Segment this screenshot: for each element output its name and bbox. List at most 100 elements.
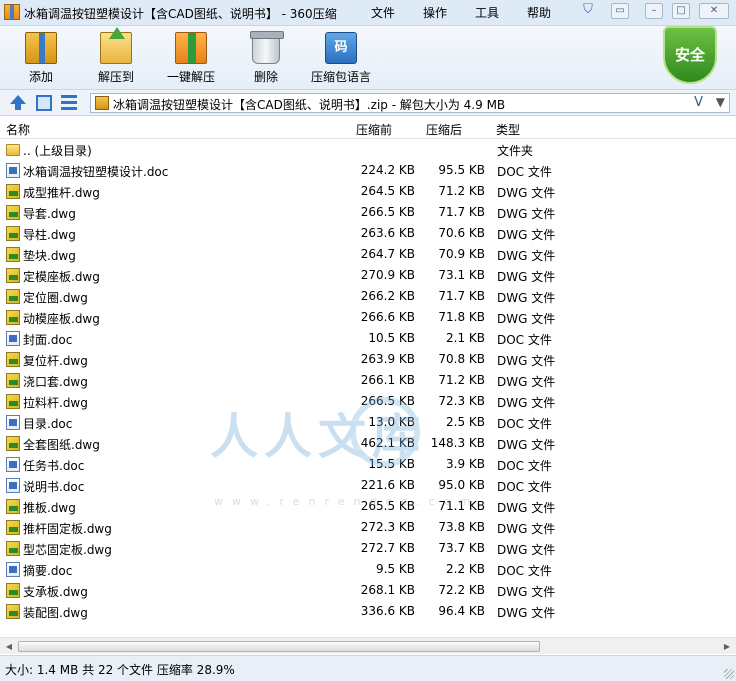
column-name[interactable]: 名称 (6, 121, 30, 138)
maximize-icon[interactable]: □ (672, 3, 690, 19)
path-field[interactable]: 冰箱调温按钮塑模设计【含CAD图纸、说明书】.zip - 解包大小为 4.9 M… (90, 93, 730, 113)
onekey-extract-button[interactable]: 一键解压 (156, 30, 226, 88)
delete-label: 删除 (253, 70, 278, 84)
security-shield-button[interactable]: 安全 (663, 26, 717, 88)
shirt-icon[interactable]: ⛉ (579, 3, 597, 19)
file-row[interactable]: 定位圈.dwg 266.2 KB 71.7 KB DWG 文件 (0, 286, 736, 307)
dwg-file-icon (6, 541, 20, 556)
file-type: DWG 文件 (497, 291, 556, 305)
file-packed-size: 2.5 KB (446, 415, 485, 429)
file-size: 224.2 KB (360, 163, 415, 177)
file-packed-size: 70.8 KB (438, 352, 485, 366)
file-row[interactable]: 推板.dwg 265.5 KB 71.1 KB DWG 文件 (0, 496, 736, 517)
file-size: 264.5 KB (360, 184, 415, 198)
file-row[interactable]: 垫块.dwg 264.7 KB 70.9 KB DWG 文件 (0, 244, 736, 265)
file-packed-size: 71.1 KB (438, 499, 485, 513)
file-row[interactable]: 定模座板.dwg 270.9 KB 73.1 KB DWG 文件 (0, 265, 736, 286)
file-type: DWG 文件 (497, 249, 556, 263)
large-icon-view-icon[interactable] (36, 95, 52, 111)
language-label: 压缩包语言 (310, 70, 371, 84)
file-type: DOC 文件 (497, 480, 552, 494)
close-icon[interactable]: ✕ (699, 3, 729, 19)
file-packed-size: 95.0 KB (438, 478, 485, 492)
file-row[interactable]: 拉料杆.dwg 266.5 KB 72.3 KB DWG 文件 (0, 391, 736, 412)
file-row[interactable]: 成型推杆.dwg 264.5 KB 71.2 KB DWG 文件 (0, 181, 736, 202)
file-row[interactable]: 摘要.doc 9.5 KB 2.2 KB DOC 文件 (0, 559, 736, 580)
file-name: 导套.dwg (23, 207, 76, 221)
file-type: DWG 文件 (497, 312, 556, 326)
file-row[interactable]: 导柱.dwg 263.6 KB 70.6 KB DWG 文件 (0, 223, 736, 244)
list-view-icon[interactable] (61, 95, 77, 111)
file-size: 268.1 KB (360, 583, 415, 597)
column-type[interactable]: 类型 (496, 121, 520, 138)
file-name: 推杆固定板.dwg (23, 522, 112, 536)
menu-file[interactable]: 文件 (371, 4, 395, 21)
scroll-right-icon[interactable]: ▶ (720, 640, 734, 653)
file-row[interactable]: 任务书.doc 15.5 KB 3.9 KB DOC 文件 (0, 454, 736, 475)
file-packed-size: 96.4 KB (438, 604, 485, 618)
up-arrow-icon[interactable] (10, 95, 26, 111)
file-row[interactable]: 封面.doc 10.5 KB 2.1 KB DOC 文件 (0, 328, 736, 349)
doc-file-icon (6, 163, 20, 178)
file-type: DOC 文件 (497, 564, 552, 578)
file-row[interactable]: 说明书.doc 221.6 KB 95.0 KB DOC 文件 (0, 475, 736, 496)
chevron-down-icon[interactable]: ▼ (716, 95, 725, 109)
menu-tools[interactable]: 工具 (475, 4, 499, 21)
file-row[interactable]: 动模座板.dwg 266.6 KB 71.8 KB DWG 文件 (0, 307, 736, 328)
column-size[interactable]: 压缩前 (356, 121, 392, 138)
file-name: 全套图纸.dwg (23, 438, 100, 452)
add-label: 添加 (28, 70, 53, 84)
file-name: 装配图.dwg (23, 606, 88, 620)
file-packed-size: 73.7 KB (438, 541, 485, 555)
resize-grip-icon[interactable] (724, 669, 734, 679)
file-packed-size: 71.2 KB (438, 373, 485, 387)
menu-help[interactable]: 帮助 (527, 4, 551, 21)
status-text: 大小: 1.4 MB 共 22 个文件 压缩率 28.9% (5, 663, 235, 677)
status-bar: 大小: 1.4 MB 共 22 个文件 压缩率 28.9% (0, 655, 736, 681)
extract-to-button[interactable]: 解压到 (81, 27, 151, 88)
minimize-icon[interactable]: – (645, 3, 663, 19)
add-button[interactable]: 添加 (6, 30, 76, 88)
file-packed-size: 73.8 KB (438, 520, 485, 534)
file-packed-size: 71.2 KB (438, 184, 485, 198)
file-size: 266.5 KB (360, 205, 415, 219)
file-size: 272.3 KB (360, 520, 415, 534)
file-name: 垫块.dwg (23, 249, 76, 263)
file-row[interactable]: 支承板.dwg 268.1 KB 72.2 KB DWG 文件 (0, 580, 736, 601)
file-row[interactable]: 型芯固定板.dwg 272.7 KB 73.7 KB DWG 文件 (0, 538, 736, 559)
doc-file-icon (6, 415, 20, 430)
list-header: 名称 压缩前 压缩后 类型 (0, 117, 736, 139)
encoding-icon: 码 (325, 32, 357, 64)
dwg-file-icon (6, 436, 20, 451)
scroll-left-icon[interactable]: ◀ (2, 640, 16, 653)
file-row[interactable]: 推杆固定板.dwg 272.3 KB 73.8 KB DWG 文件 (0, 517, 736, 538)
file-row[interactable]: 复位杆.dwg 263.9 KB 70.8 KB DWG 文件 (0, 349, 736, 370)
column-packed[interactable]: 压缩后 (426, 121, 462, 138)
file-packed-size: 148.3 KB (430, 436, 485, 450)
title-bar: 冰箱调温按钮塑模设计【含CAD图纸、说明书】 - 360压缩 文件 操作 工具 … (0, 0, 736, 26)
menu-operation[interactable]: 操作 (423, 4, 447, 21)
folder-file-icon (6, 144, 20, 156)
file-row[interactable]: 导套.dwg 266.5 KB 71.7 KB DWG 文件 (0, 202, 736, 223)
scroll-thumb[interactable] (18, 641, 540, 652)
file-type: DWG 文件 (497, 207, 556, 221)
file-size: 266.6 KB (360, 310, 415, 324)
doc-file-icon (6, 331, 20, 346)
delete-button[interactable]: 删除 (231, 30, 301, 88)
file-row[interactable]: 目录.doc 13.0 KB 2.5 KB DOC 文件 (0, 412, 736, 433)
file-packed-size: 3.9 KB (446, 457, 485, 471)
comment-icon[interactable]: ▭ (611, 3, 629, 19)
v-icon[interactable]: V (694, 95, 703, 110)
file-name: 摘要.doc (23, 564, 73, 578)
file-row[interactable]: .. (上级目录) 文件夹 (0, 139, 736, 160)
app-zip-icon (4, 4, 20, 20)
file-packed-size: 72.3 KB (438, 394, 485, 408)
file-row[interactable]: 冰箱调温按钮塑模设计.doc 224.2 KB 95.5 KB DOC 文件 (0, 160, 736, 181)
file-size: 272.7 KB (360, 541, 415, 555)
doc-file-icon (6, 478, 20, 493)
archive-language-button[interactable]: 码 压缩包语言 (306, 30, 376, 88)
file-row[interactable]: 全套图纸.dwg 462.1 KB 148.3 KB DWG 文件 (0, 433, 736, 454)
horizontal-scrollbar[interactable]: ◀ ▶ (0, 637, 736, 654)
file-row[interactable]: 装配图.dwg 336.6 KB 96.4 KB DWG 文件 (0, 601, 736, 622)
file-row[interactable]: 浇口套.dwg 266.1 KB 71.2 KB DWG 文件 (0, 370, 736, 391)
